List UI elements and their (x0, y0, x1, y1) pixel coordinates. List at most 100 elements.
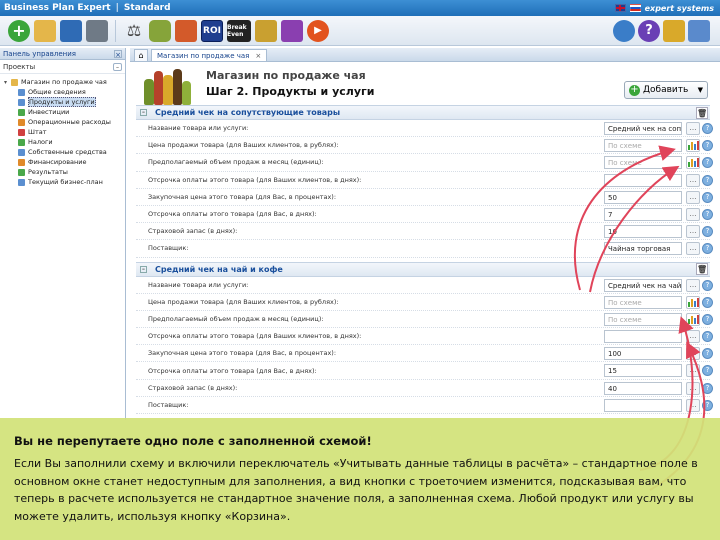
chart-scheme-icon[interactable] (686, 295, 700, 309)
save-icon[interactable] (60, 19, 82, 42)
users-icon[interactable] (613, 19, 635, 42)
cards-icon[interactable] (281, 19, 303, 42)
ellipsis-button[interactable]: … (686, 330, 700, 344)
help-circle-icon[interactable]: ? (702, 296, 713, 308)
plus-icon: + (629, 83, 640, 96)
trash-icon[interactable]: 🗑 (696, 106, 708, 119)
help-circle-icon[interactable]: ? (702, 279, 713, 291)
add-project-icon[interactable]: + (8, 19, 30, 42)
help-icon[interactable]: ? (638, 19, 660, 42)
tab-project[interactable]: Магазин по продаже чая × (151, 49, 268, 61)
tree-item[interactable]: Продукты и услуги (0, 97, 125, 107)
field-value[interactable]: 50 (604, 190, 682, 204)
grn-icon (18, 168, 25, 176)
help-circle-icon[interactable]: ? (702, 123, 713, 134)
tree-item[interactable]: Налоги (0, 137, 125, 147)
title-right: expert systems (614, 4, 720, 13)
tree-item[interactable]: Финансирование (0, 157, 125, 167)
russian-flag-icon[interactable] (629, 4, 641, 12)
field-value[interactable]: 7 (604, 207, 682, 221)
ellipsis-button[interactable]: … (686, 173, 700, 187)
tree-item[interactable]: Общие сведения (0, 87, 125, 97)
note-title: Вы не перепутаете одно поле с заполненно… (14, 434, 372, 448)
ellipsis-button[interactable]: … (686, 225, 700, 239)
field-label: Поставщик: (148, 244, 189, 253)
ellipsis-button[interactable]: … (686, 207, 700, 221)
field-value[interactable]: Средний чек на чай и (604, 278, 682, 292)
help-circle-icon[interactable]: ? (702, 174, 713, 186)
tree-item[interactable]: Штат (0, 127, 125, 137)
collapse-icon[interactable]: – (113, 62, 122, 71)
money-bag-icon[interactable] (149, 19, 171, 42)
field-value[interactable]: Чайная торговая (604, 242, 682, 256)
help-circle-icon[interactable]: ? (702, 226, 713, 238)
tree-item[interactable]: Собственные средства (0, 147, 125, 157)
field-value[interactable] (604, 173, 682, 187)
field-value[interactable]: 10 (604, 225, 682, 239)
chart-scheme-icon[interactable] (686, 156, 700, 170)
field-value[interactable] (604, 330, 682, 344)
chart-scheme-icon[interactable] (686, 312, 700, 326)
help-circle-icon[interactable]: ? (702, 348, 713, 360)
help-circle-icon[interactable]: ? (702, 331, 713, 343)
help-circle-icon[interactable]: ? (702, 157, 713, 169)
tree-item[interactable]: Результаты (0, 167, 125, 177)
field-value[interactable]: 40 (604, 381, 682, 395)
play-icon[interactable]: ▶ (307, 19, 329, 42)
key-icon[interactable] (688, 19, 710, 42)
tree-item[interactable]: Операционные расходы (0, 117, 125, 127)
ellipsis-button[interactable]: … (686, 122, 700, 135)
section-title: Средний чек на сопутствующие товары (155, 108, 341, 117)
tab-close-icon[interactable]: × (255, 52, 261, 60)
currency-icon[interactable] (255, 19, 277, 42)
projects-label: Проекты (3, 62, 36, 71)
chart-down-icon[interactable] (175, 19, 197, 42)
expand-icon[interactable]: ▾ (4, 79, 10, 86)
tree-item-label: Инвестиции (28, 108, 70, 116)
help-circle-icon[interactable]: ? (702, 382, 713, 394)
field-value[interactable]: 15 (604, 364, 682, 378)
project-title: Магазин по продаже чая (206, 69, 366, 82)
scales-icon[interactable]: ⚖ (123, 20, 145, 42)
help-circle-icon[interactable]: ? (702, 365, 713, 377)
open-folder-icon[interactable] (34, 19, 56, 42)
ellipsis-button[interactable]: … (686, 242, 700, 256)
field-value: По схеме (604, 312, 682, 326)
info-note: Вы не перепутаете одно поле с заполненно… (0, 418, 720, 540)
home-tab-icon[interactable]: ⌂ (134, 49, 148, 61)
org-icon (18, 118, 25, 126)
collapse-toggle-icon[interactable]: – (140, 265, 147, 273)
break-even-button[interactable]: Break Even (227, 19, 251, 42)
help-circle-icon[interactable]: ? (702, 140, 713, 152)
field-value[interactable]: 100 (604, 347, 682, 361)
ellipsis-button[interactable]: … (686, 190, 700, 204)
close-panel-icon[interactable]: × (114, 49, 122, 59)
field-value[interactable] (604, 398, 682, 412)
field-label: Отсрочка оплаты этого товара (для Ваших … (148, 175, 362, 184)
help-circle-icon[interactable]: ? (702, 399, 713, 411)
ellipsis-button[interactable]: … (686, 278, 700, 292)
tree-item-label: Операционные расходы (28, 118, 111, 126)
field-value[interactable]: Средний чек на сопут (604, 122, 682, 135)
english-flag-icon[interactable] (614, 4, 626, 12)
ellipsis-button[interactable]: … (686, 381, 700, 395)
chart-scheme-icon[interactable] (686, 139, 700, 153)
tea-bottles-icon (142, 65, 192, 105)
help-circle-icon[interactable]: ? (702, 243, 713, 255)
help-circle-icon[interactable]: ? (702, 208, 713, 220)
trash-icon[interactable]: 🗑 (696, 263, 708, 275)
help-circle-icon[interactable]: ? (702, 313, 713, 325)
edit-icon[interactable] (663, 19, 685, 42)
add-button[interactable]: + Добавить ▼ (624, 81, 708, 99)
tree-item[interactable]: Текущий бизнес-план (0, 177, 125, 187)
tree-item[interactable]: ▾ Магазин по продаже чая (0, 77, 125, 87)
ellipsis-button[interactable]: … (686, 398, 700, 412)
section-header: – Средний чек на сопутствующие товары 🗑 (136, 105, 710, 120)
tree-item[interactable]: Инвестиции (0, 107, 125, 117)
help-circle-icon[interactable]: ? (702, 191, 713, 203)
roi-button[interactable]: ROI (201, 19, 223, 42)
delete-icon[interactable] (86, 19, 108, 42)
collapse-toggle-icon[interactable]: – (140, 109, 147, 116)
ellipsis-button[interactable]: … (686, 364, 700, 378)
ellipsis-button[interactable]: … (686, 347, 700, 361)
